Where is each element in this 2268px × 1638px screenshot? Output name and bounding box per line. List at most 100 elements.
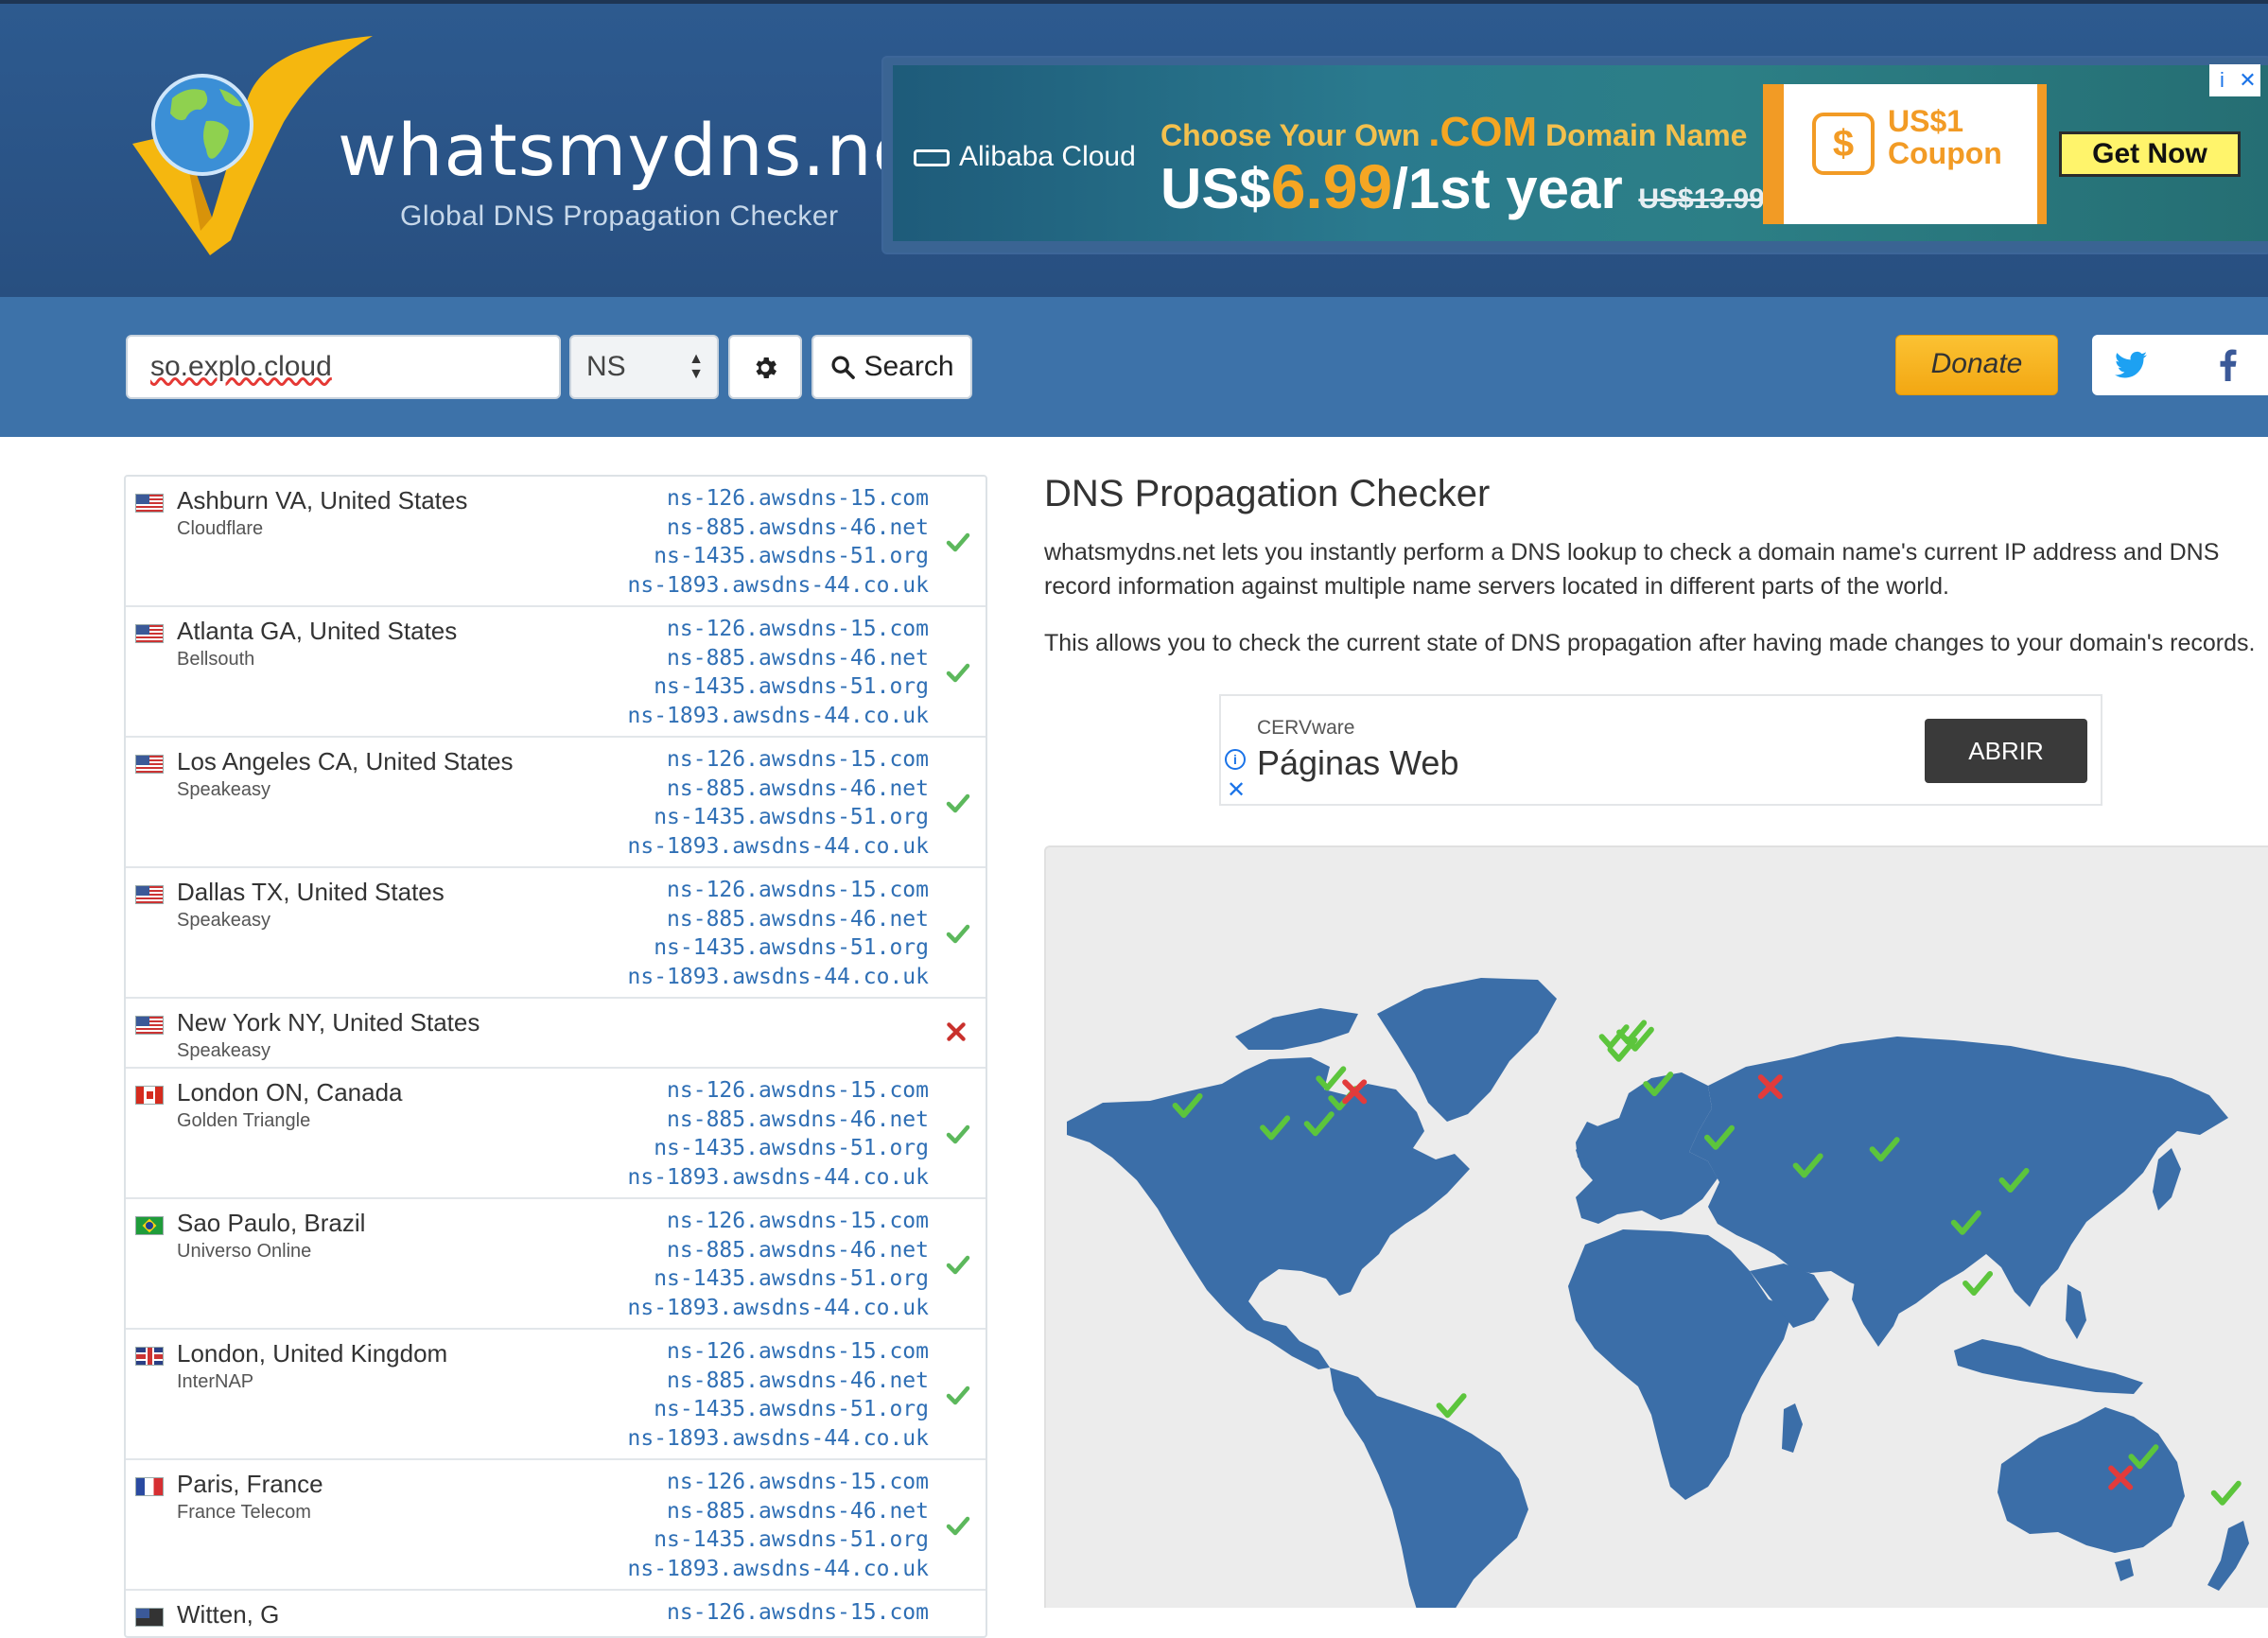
donate-button[interactable]: Donate: [1895, 335, 2058, 395]
result-nameservers: ns-126.awsdns-15.com ns-885.awsdns-46.net…: [628, 876, 930, 991]
result-row[interactable]: Los Angeles CA, United States Speakeasy ns…: [126, 738, 986, 868]
result-row[interactable]: London, United Kingdom InterNAP ns-126.aws…: [126, 1330, 986, 1460]
nameserver-value: ns-126.awsdns-15.com: [667, 1600, 929, 1625]
inline-ad[interactable]: CERVware Páginas Web i ✕ ABRIR: [1219, 694, 2102, 806]
map-japan: [2153, 1148, 2181, 1211]
result-nameservers: ns-126.awsdns-15.com ns-885.awsdns-46.net…: [628, 1207, 930, 1322]
nameserver-value: ns-126.awsdns-15.com: [667, 486, 929, 511]
ad-get-now-button[interactable]: Get Now: [2059, 131, 2241, 177]
result-nameservers: ns-126.awsdns-15.com ns-885.awsdns-46.net…: [628, 745, 930, 861]
nameserver-value: ns-885.awsdns-46.net: [667, 1107, 929, 1132]
domain-input-value: so.explo.cloud: [150, 351, 332, 382]
ad-coupon-label: Coupon: [1888, 136, 2002, 170]
map-success-marker[interactable]: [2210, 1480, 2242, 1506]
nameserver-value: ns-1435.awsdns-51.org: [654, 935, 929, 960]
result-location: London, United Kingdom: [177, 1339, 448, 1368]
result-location: Sao Paulo, Brazil: [177, 1209, 366, 1237]
success-check-icon: [946, 921, 970, 946]
ad-headline: Choose Your Own .COM Domain Name: [1160, 109, 1747, 156]
inline-ad-open-button[interactable]: ABRIR: [1925, 719, 2087, 783]
facebook-icon: [2220, 349, 2237, 381]
map-south-america: [1330, 1368, 1528, 1608]
twitter-icon: [2115, 351, 2147, 378]
result-nameservers: ns-126.awsdns-15.com ns-885.awsdns-46.net…: [628, 484, 930, 600]
ad-headline-com: .COM: [1428, 109, 1538, 155]
result-row[interactable]: Witten, G ns-126.awsdns-15.com: [126, 1591, 986, 1636]
flag-us-icon: [135, 624, 164, 643]
ad-close-icon[interactable]: ✕: [2235, 64, 2260, 96]
nameserver-value: ns-126.awsdns-15.com: [667, 1339, 929, 1364]
map-australia: [1998, 1407, 2185, 1553]
map-success-marker[interactable]: [1436, 1393, 1467, 1419]
nameserver-value: ns-885.awsdns-46.net: [667, 1498, 929, 1524]
result-location: Los Angeles CA, United States: [177, 747, 514, 775]
result-provider: Universo Online: [177, 1241, 312, 1262]
search-bar: so.explo.cloud NS ▲ ▼ Search Donate: [0, 297, 2268, 437]
flag-ca-icon: [135, 1086, 164, 1105]
map-madagascar: [1782, 1403, 1803, 1453]
nameserver-value: ns-1435.awsdns-51.org: [654, 1266, 929, 1291]
result-row[interactable]: Ashburn VA, United States Cloudflare ns-12…: [126, 477, 986, 607]
result-row[interactable]: New York NY, United States Speakeasy: [126, 999, 986, 1069]
ad-choices[interactable]: i ✕: [2209, 64, 2260, 96]
success-check-icon: [946, 1383, 970, 1407]
nameserver-value: ns-1893.awsdns-44.co.uk: [627, 1556, 930, 1581]
logo-title: whatsmydns.net: [338, 108, 948, 192]
result-location: London ON, Canada: [177, 1078, 403, 1107]
facebook-button[interactable]: [2189, 335, 2268, 395]
success-check-icon: [946, 791, 970, 815]
map-success-marker[interactable]: [1963, 1270, 1994, 1296]
ad-price-prefix: US$: [1160, 157, 1271, 220]
nameserver-value: ns-126.awsdns-15.com: [667, 747, 929, 772]
nameserver-value: ns-126.awsdns-15.com: [667, 617, 929, 641]
flag-us-icon: [135, 885, 164, 904]
results-list: Ashburn VA, United States Cloudflare ns-12…: [124, 475, 987, 1638]
inline-ad-headline[interactable]: Páginas Web: [1257, 743, 1458, 783]
ad-headline-prefix: Choose Your Own: [1160, 118, 1429, 152]
result-row[interactable]: Dallas TX, United States Speakeasy ns-126.…: [126, 868, 986, 999]
ad-info-icon[interactable]: i: [2209, 64, 2235, 96]
record-type-select[interactable]: NS ▲ ▼: [569, 335, 719, 399]
result-provider: France Telecom: [177, 1502, 311, 1523]
top-ad-banner[interactable]: Alibaba Cloud Choose Your Own .COM Domai…: [881, 56, 2268, 254]
nameserver-value: ns-1435.awsdns-51.org: [654, 1527, 929, 1552]
result-location: Dallas TX, United States: [177, 878, 445, 906]
ad-close-icon[interactable]: ✕: [1227, 779, 1246, 802]
result-provider: Speakeasy: [177, 910, 270, 931]
result-row[interactable]: Paris, France France Telecom ns-126.awsdns…: [126, 1460, 986, 1591]
map-north-america: [1067, 1057, 1470, 1369]
site-logo[interactable]: whatsmydns.net Global DNS Propagation Ch…: [125, 32, 946, 269]
nameserver-value: ns-885.awsdns-46.net: [667, 514, 929, 540]
flag-us-icon: [135, 494, 164, 513]
map-new-zealand: [2207, 1521, 2249, 1591]
intro-paragraph: whatsmydns.net lets you instantly perfor…: [1044, 539, 2220, 600]
nameserver-value: ns-1893.awsdns-44.co.uk: [627, 1164, 930, 1190]
ad-coupon: $ US$1 Coupon: [1763, 84, 2047, 224]
magnifier-icon: [831, 356, 856, 379]
map-landmasses: [1067, 978, 2249, 1608]
settings-button[interactable]: [728, 335, 802, 399]
domain-input[interactable]: so.explo.cloud: [126, 335, 561, 399]
result-row[interactable]: London ON, Canada Golden Triangle ns-126.a…: [126, 1069, 986, 1199]
result-location: Witten, G: [177, 1600, 280, 1629]
nameserver-value: ns-126.awsdns-15.com: [667, 1209, 929, 1233]
nameserver-value: ns-885.awsdns-46.net: [667, 645, 929, 671]
page-title: DNS Propagation Checker: [1044, 473, 1491, 514]
result-location: Atlanta GA, United States: [177, 617, 458, 645]
nameserver-value: ns-1893.awsdns-44.co.uk: [627, 703, 930, 728]
nameserver-value: ns-126.awsdns-15.com: [667, 1470, 929, 1494]
search-button[interactable]: Search: [811, 335, 972, 399]
result-row[interactable]: Sao Paulo, Brazil Universo Online ns-126.a…: [126, 1199, 986, 1330]
result-provider: InterNAP: [177, 1371, 254, 1392]
world-map[interactable]: [1044, 845, 2268, 1608]
ad-info-icon[interactable]: i: [1225, 749, 1246, 770]
result-row[interactable]: Atlanta GA, United States Bellsouth ns-126…: [126, 607, 986, 738]
result-provider: Bellsouth: [177, 649, 255, 670]
nameserver-value: ns-1435.awsdns-51.org: [654, 544, 929, 568]
result-nameservers: ns-126.awsdns-15.com ns-885.awsdns-46.net…: [628, 1468, 930, 1583]
alibaba-cloud-icon: [914, 149, 950, 167]
intro-paragraph-2: This allows you to check the current sta…: [1044, 630, 2256, 656]
map-indonesia: [1954, 1339, 2143, 1394]
result-nameservers: ns-126.awsdns-15.com ns-885.awsdns-46.net…: [628, 1337, 930, 1453]
top-ad-content[interactable]: Alibaba Cloud Choose Your Own .COM Domai…: [893, 65, 2268, 241]
